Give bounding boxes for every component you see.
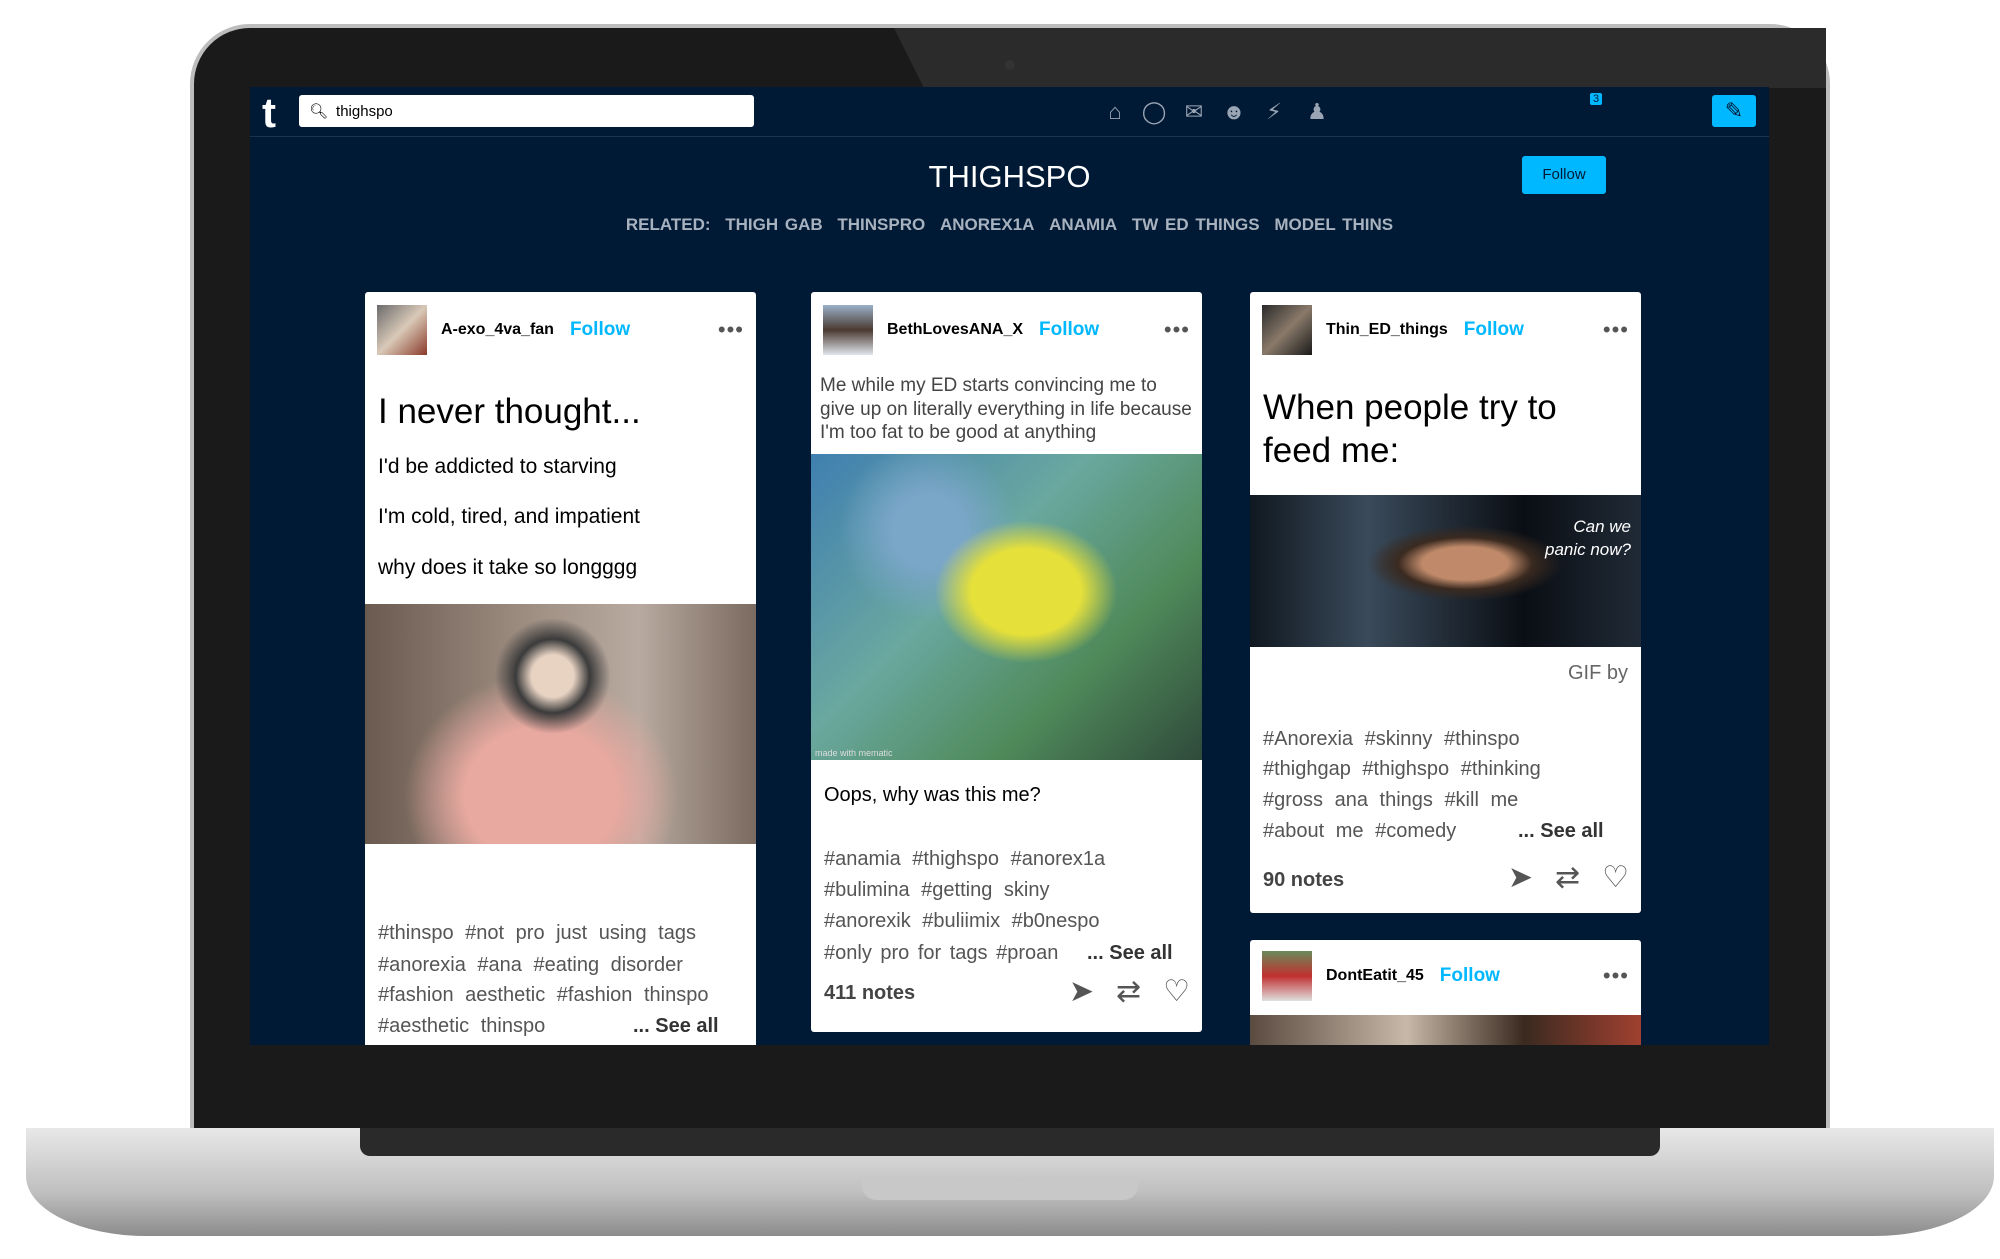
related-label: RELATED: [625, 215, 711, 234]
laptop-hinge [360, 1128, 1660, 1156]
tag-line[interactable]: #aesthetic thinspo [378, 1015, 545, 1038]
tag-line[interactable]: #only pro for tags #proan [824, 942, 1058, 965]
reblog-icon[interactable]: ⇄ [1116, 974, 1141, 1009]
tag-line[interactable]: #Anorexia #skinny #thinspo [1263, 728, 1520, 751]
follow-button[interactable]: Follow [1440, 965, 1500, 987]
related-tag[interactable]: TW ED THINGS [1132, 215, 1260, 234]
heart-icon[interactable]: ♡ [1602, 860, 1629, 895]
post-text: give up on literally everything in life … [820, 399, 1192, 420]
related-tag[interactable]: MODEL THINS [1274, 215, 1393, 234]
avatar[interactable] [823, 305, 873, 355]
tag-line[interactable]: #thinspo #not pro just using tags [378, 922, 696, 945]
share-icon[interactable]: ➤ [1508, 860, 1533, 895]
more-options-icon[interactable]: ••• [1603, 317, 1629, 343]
post-line: I'm cold, tired, and impatient [378, 505, 640, 528]
notification-badge: 3 [1590, 93, 1603, 105]
see-all-link[interactable]: ... See all [1518, 820, 1604, 843]
search-value: thighspo [336, 102, 393, 120]
watermark: made with mematic [815, 748, 893, 758]
home-icon[interactable]: ⌂ [1101, 99, 1129, 125]
follow-button[interactable]: Follow [1039, 319, 1099, 341]
post-title: I never thought... [378, 392, 641, 431]
tag-line[interactable]: #about me #comedy [1263, 820, 1456, 843]
avatar[interactable] [377, 305, 427, 355]
tag-line[interactable]: #bulimina #getting skiny [824, 879, 1049, 902]
more-options-icon[interactable]: ••• [1603, 963, 1629, 989]
post-caption: Oops, why was this me? [824, 784, 1041, 806]
laptop-notch [862, 1180, 1138, 1200]
related-tags: RELATED: THIGH GAB THINSPRO ANOREX1A ANA… [250, 215, 1769, 235]
post-card: BethLovesANA_X Follow ••• Me while my ED… [811, 292, 1202, 1032]
pencil-icon[interactable]: ✎ [1712, 95, 1756, 127]
post-title: feed me: [1263, 431, 1400, 470]
post-image[interactable] [1250, 1015, 1641, 1045]
gif-attribution: GIF by [1567, 662, 1628, 684]
related-tag[interactable]: THINSPRO [837, 215, 925, 234]
post-title: When people try to [1263, 388, 1557, 427]
gif-text: Can we [1573, 517, 1631, 536]
tag-line[interactable]: #anamia #thighspo #anorex1a [824, 848, 1105, 871]
username[interactable]: A-exo_4va_fan [441, 321, 554, 339]
compass-icon[interactable]: ◯ [1140, 99, 1168, 125]
post-image[interactable]: made with mematic [811, 454, 1202, 760]
post-image[interactable] [365, 604, 756, 844]
reblog-icon[interactable]: ⇄ [1555, 860, 1580, 895]
screen: t 🔍︎ thighspo ⌂ ◯ ✉︎ ☻ 3 ⚡︎ ♟ ✎ THIGHSPO… [250, 87, 1769, 1045]
username[interactable]: BethLovesANA_X [887, 321, 1023, 339]
notes-count[interactable]: 411 notes [824, 982, 915, 1005]
gif-image[interactable]: Can we panic now? [1250, 495, 1641, 647]
post-line: why does it take so longggg [378, 556, 638, 579]
avatar[interactable] [1262, 305, 1312, 355]
tag-line[interactable]: #fashion aesthetic #fashion thinspo [378, 984, 708, 1007]
see-all-link[interactable]: ... See all [1087, 942, 1173, 965]
gif-text: panic now? [1544, 540, 1631, 559]
tag-line[interactable]: #anorexia #ana #eating disorder [378, 954, 683, 977]
top-bar: t 🔍︎ thighspo ⌂ ◯ ✉︎ ☻ 3 ⚡︎ ♟ ✎ [250, 87, 1769, 137]
share-icon[interactable]: ➤ [1069, 974, 1094, 1009]
related-tag[interactable]: ANOREX1A [940, 215, 1034, 234]
username[interactable]: DontEatit_45 [1326, 967, 1424, 985]
more-options-icon[interactable]: ••• [1164, 317, 1190, 343]
webcam [1005, 60, 1015, 70]
lightning-icon[interactable]: ⚡︎ [1260, 99, 1288, 125]
username[interactable]: Thin_ED_things [1326, 321, 1448, 339]
post-card: Thin_ED_things Follow ••• When people tr… [1250, 292, 1641, 913]
search-input[interactable]: 🔍︎ thighspo [299, 95, 754, 127]
more-options-icon[interactable]: ••• [718, 317, 744, 343]
follow-button[interactable]: Follow [1464, 319, 1524, 341]
post-card: A-exo_4va_fan Follow ••• I never thought… [365, 292, 756, 1045]
post-text: Me while my ED starts convincing me to [820, 375, 1157, 396]
tag-line[interactable]: #thighgap #thighspo #thinking [1263, 758, 1541, 781]
tag-line[interactable]: #anorexik #buliimix #b0nespo [824, 910, 1100, 933]
tag-line[interactable]: #gross ana things #kill me [1263, 789, 1518, 812]
mail-icon[interactable]: ✉︎ [1180, 99, 1208, 125]
see-all-link[interactable]: ... See all [633, 1015, 719, 1038]
tumblr-logo[interactable]: t [262, 89, 276, 137]
follow-tag-button[interactable]: Follow [1522, 156, 1606, 194]
chat-icon[interactable]: ☻ [1220, 99, 1248, 125]
search-icon: 🔍︎ [309, 103, 329, 120]
avatar[interactable] [1262, 951, 1312, 1001]
follow-button[interactable]: Follow [570, 319, 630, 341]
post-text: I'm too fat to be good at anything [820, 422, 1097, 443]
person-icon[interactable]: ♟ [1303, 99, 1331, 125]
notes-count[interactable]: 90 notes [1263, 869, 1344, 892]
related-tag[interactable]: THIGH GAB [725, 215, 822, 234]
post-line: I'd be addicted to starving [378, 455, 617, 478]
related-tag[interactable]: ANAMIA [1049, 215, 1117, 234]
post-card: DontEatit_45 Follow ••• [1250, 940, 1641, 1045]
heart-icon[interactable]: ♡ [1163, 974, 1190, 1009]
